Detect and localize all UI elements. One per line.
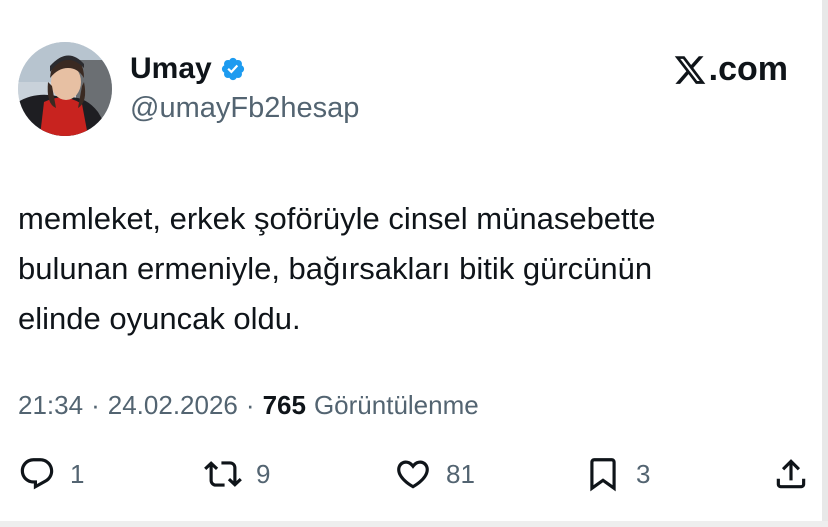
- author-name[interactable]: Umay: [130, 52, 212, 86]
- heart-icon: [397, 460, 429, 489]
- retweet-count: 9: [256, 458, 271, 489]
- meta-separator: ·: [245, 390, 255, 420]
- avatar-photo: [18, 42, 112, 136]
- views-count: 765: [262, 390, 306, 420]
- reply-icon: [20, 458, 54, 490]
- x-com-logo: .com: [672, 50, 788, 89]
- share-button[interactable]: [772, 452, 810, 496]
- retweet-button[interactable]: 9: [204, 452, 270, 496]
- meta-separator: ·: [91, 390, 100, 420]
- views-label: Görüntülenme: [313, 390, 479, 420]
- bookmark-icon: [590, 458, 616, 492]
- scroll-edge: [822, 0, 828, 527]
- bookmark-button[interactable]: 3: [584, 452, 650, 496]
- action-bar: 1 9 81 3: [18, 452, 814, 496]
- tweet-card: Umay @umayFb2hesap .com memleket, erkek …: [0, 0, 828, 527]
- author-handle[interactable]: @umayFb2hesap: [130, 92, 359, 125]
- like-button[interactable]: 81: [394, 452, 475, 496]
- brand-domain: .com: [708, 50, 788, 88]
- reply-count: 1: [70, 458, 85, 489]
- share-icon: [776, 459, 806, 489]
- like-count: 81: [446, 458, 475, 489]
- verified-badge-icon: [221, 57, 244, 81]
- tweet-text: memleket, erkek şoförüyle cinsel münaseb…: [18, 201, 656, 336]
- author-name-row: Umay: [130, 52, 246, 86]
- reply-button[interactable]: 1: [18, 452, 84, 496]
- retweet-icon: [204, 461, 242, 487]
- tweet-time[interactable]: 21:34: [18, 390, 83, 421]
- tweet-meta: 21:34 · 24.02.2026 · 765 Görüntülenme: [18, 390, 479, 421]
- avatar[interactable]: [18, 42, 112, 136]
- x-logo-icon: [674, 55, 705, 84]
- bottom-divider: [0, 521, 828, 527]
- bookmark-count: 3: [636, 458, 651, 489]
- tweet-date[interactable]: 24.02.2026: [108, 390, 238, 421]
